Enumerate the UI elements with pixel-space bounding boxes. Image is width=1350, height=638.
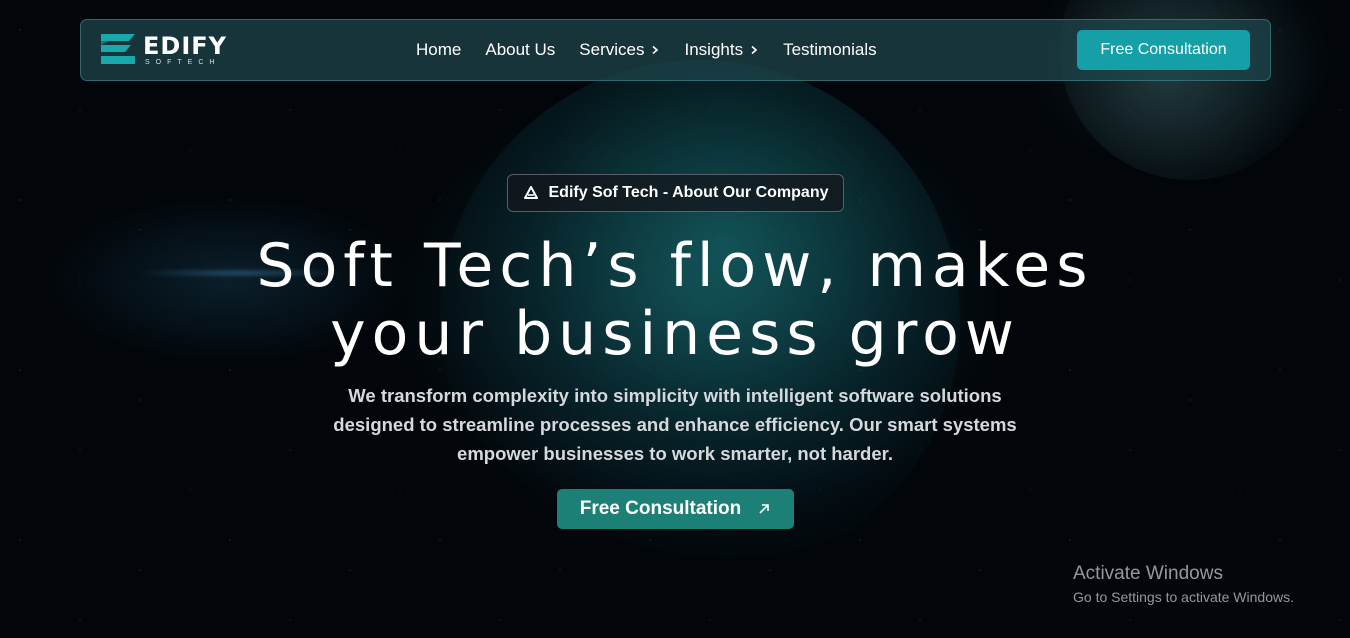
hero-free-consultation-button[interactable]: Free Consultation [557, 489, 794, 529]
hero-cta-label: Free Consultation [579, 498, 742, 519]
watermark-title: Activate Windows [1073, 563, 1223, 584]
headline-line-1: Soft Tech’s flow, makes [256, 231, 1094, 301]
nav-insights[interactable]: Insights [684, 40, 759, 60]
about-company-badge: Edify Sof Tech - About Our Company [507, 174, 844, 212]
navbar: EDIFY SOFTECH Home About Us Services Ins… [80, 19, 1271, 81]
nav-services[interactable]: Services [579, 40, 660, 60]
nav-insights-label: Insights [684, 40, 744, 59]
nav-testimonials-label: Testimonials [783, 40, 877, 59]
nav-about-us[interactable]: About Us [485, 40, 555, 60]
nav-home[interactable]: Home [416, 40, 461, 60]
edify-badge-icon [523, 186, 538, 199]
windows-activation-watermark: Activate Windows Go to Settings to activ… [1073, 563, 1294, 605]
nav-services-label: Services [579, 40, 645, 59]
brand-name: EDIFY [143, 32, 228, 60]
page: EDIFY SOFTECH Home About Us Services Ins… [0, 0, 1350, 638]
badge-text: Edify Sof Tech - About Our Company [548, 184, 829, 201]
brand-tagline: SOFTECH [145, 59, 221, 66]
nav-about-us-label: About Us [485, 40, 556, 59]
hero-description: We transform complexity into simplicity … [333, 385, 1017, 464]
watermark-subtitle: Go to Settings to activate Windows. [1073, 589, 1294, 605]
chevron-right-icon [751, 45, 758, 55]
main-menu: Home About Us Services Insights Testimon… [416, 20, 901, 80]
chevron-right-icon [652, 45, 659, 55]
arrow-up-right-icon [759, 504, 770, 514]
hero-headline: Soft Tech’s flow, makes your business gr… [0, 232, 1350, 368]
nav-free-consultation-button[interactable]: Free Consultation [1077, 30, 1250, 70]
headline-line-2: your business grow [330, 299, 1020, 369]
nav-testimonials[interactable]: Testimonials [783, 40, 877, 60]
edify-logo-icon [101, 34, 135, 64]
nav-home-label: Home [416, 40, 462, 59]
brand-logo[interactable]: EDIFY SOFTECH [101, 34, 227, 66]
